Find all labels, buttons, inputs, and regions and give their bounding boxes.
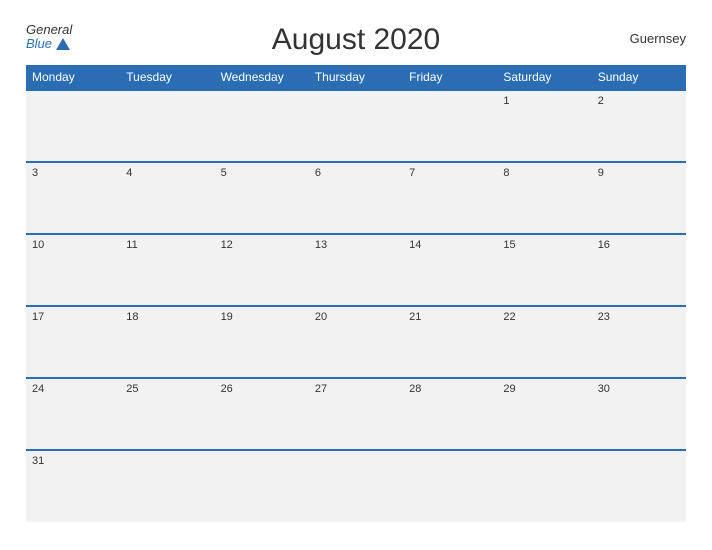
calendar-day-cell: 15 bbox=[497, 234, 591, 306]
header-tuesday: Tuesday bbox=[120, 65, 214, 90]
calendar-day-cell: 24 bbox=[26, 378, 120, 450]
header-wednesday: Wednesday bbox=[215, 65, 309, 90]
calendar-day-cell bbox=[26, 90, 120, 162]
calendar-day-cell: 18 bbox=[120, 306, 214, 378]
calendar-week-row: 17 18 19 20 21 22 23 bbox=[26, 306, 686, 378]
calendar-day-cell: 2 bbox=[592, 90, 686, 162]
calendar-day-cell: 11 bbox=[120, 234, 214, 306]
day-number: 7 bbox=[409, 167, 415, 179]
day-number: 23 bbox=[598, 311, 610, 323]
header-saturday: Saturday bbox=[497, 65, 591, 90]
calendar-day-cell: 7 bbox=[403, 162, 497, 234]
logo-blue-text: Blue bbox=[26, 37, 72, 51]
calendar-day-cell bbox=[120, 90, 214, 162]
calendar-day-cell: 10 bbox=[26, 234, 120, 306]
calendar-day-cell bbox=[120, 450, 214, 522]
header-monday: Monday bbox=[26, 65, 120, 90]
calendar-day-cell: 8 bbox=[497, 162, 591, 234]
calendar-day-cell: 14 bbox=[403, 234, 497, 306]
calendar-week-row: 3 4 5 6 7 8 9 bbox=[26, 162, 686, 234]
day-number: 11 bbox=[126, 239, 137, 251]
header-sunday: Sunday bbox=[592, 65, 686, 90]
day-number: 21 bbox=[409, 311, 421, 323]
calendar-day-cell: 26 bbox=[215, 378, 309, 450]
calendar-header: General Blue August 2020 Guernsey bbox=[26, 23, 686, 57]
calendar-day-cell: 31 bbox=[26, 450, 120, 522]
day-number: 27 bbox=[315, 383, 327, 395]
region-label: Guernsey bbox=[630, 31, 686, 46]
calendar-day-cell bbox=[309, 450, 403, 522]
calendar-day-cell bbox=[592, 450, 686, 522]
calendar-day-cell bbox=[215, 90, 309, 162]
calendar-day-cell: 1 bbox=[497, 90, 591, 162]
calendar-day-cell: 13 bbox=[309, 234, 403, 306]
day-number: 12 bbox=[221, 239, 233, 251]
day-number: 31 bbox=[32, 455, 44, 467]
day-number: 18 bbox=[126, 311, 138, 323]
calendar-day-cell: 23 bbox=[592, 306, 686, 378]
day-number: 13 bbox=[315, 239, 327, 251]
calendar-day-cell: 25 bbox=[120, 378, 214, 450]
calendar-week-row: 12 bbox=[26, 90, 686, 162]
day-number: 20 bbox=[315, 311, 327, 323]
calendar-day-cell bbox=[403, 90, 497, 162]
calendar-day-cell: 9 bbox=[592, 162, 686, 234]
day-number: 24 bbox=[32, 383, 44, 395]
calendar-day-cell: 30 bbox=[592, 378, 686, 450]
day-number: 17 bbox=[32, 311, 44, 323]
header-thursday: Thursday bbox=[309, 65, 403, 90]
day-number: 29 bbox=[503, 383, 515, 395]
calendar-day-cell bbox=[309, 90, 403, 162]
calendar-day-cell: 21 bbox=[403, 306, 497, 378]
calendar-day-cell: 29 bbox=[497, 378, 591, 450]
calendar-day-cell: 17 bbox=[26, 306, 120, 378]
calendar-week-row: 10 11 12 13 14 15 16 bbox=[26, 234, 686, 306]
day-number: 4 bbox=[126, 167, 132, 179]
logo-triangle-icon bbox=[56, 38, 70, 50]
calendar-grid: Monday Tuesday Wednesday Thursday Friday… bbox=[26, 65, 686, 522]
calendar-day-cell: 20 bbox=[309, 306, 403, 378]
calendar-day-cell: 12 bbox=[215, 234, 309, 306]
day-number: 3 bbox=[32, 167, 38, 179]
day-number: 2 bbox=[598, 95, 604, 107]
day-number: 1 bbox=[503, 95, 509, 107]
calendar-day-cell: 4 bbox=[120, 162, 214, 234]
day-number: 5 bbox=[221, 167, 227, 179]
calendar-day-cell: 16 bbox=[592, 234, 686, 306]
calendar-day-cell: 28 bbox=[403, 378, 497, 450]
day-number: 15 bbox=[503, 239, 515, 251]
calendar-day-cell: 3 bbox=[26, 162, 120, 234]
day-number: 14 bbox=[409, 239, 421, 251]
header-friday: Friday bbox=[403, 65, 497, 90]
day-number: 9 bbox=[598, 167, 604, 179]
calendar-day-cell: 19 bbox=[215, 306, 309, 378]
day-number: 6 bbox=[315, 167, 321, 179]
day-number: 28 bbox=[409, 383, 421, 395]
calendar-day-cell: 5 bbox=[215, 162, 309, 234]
calendar-week-row: 24 25 26 27 28 29 30 bbox=[26, 378, 686, 450]
day-number: 22 bbox=[503, 311, 515, 323]
calendar-week-row: 31 bbox=[26, 450, 686, 522]
day-number: 25 bbox=[126, 383, 138, 395]
calendar-day-cell bbox=[497, 450, 591, 522]
calendar-title: August 2020 bbox=[272, 23, 440, 57]
day-number: 10 bbox=[32, 239, 44, 251]
weekday-header-row: Monday Tuesday Wednesday Thursday Friday… bbox=[26, 65, 686, 90]
logo: General Blue bbox=[26, 23, 72, 52]
day-number: 30 bbox=[598, 383, 610, 395]
calendar-day-cell: 27 bbox=[309, 378, 403, 450]
day-number: 8 bbox=[503, 167, 509, 179]
calendar-day-cell: 6 bbox=[309, 162, 403, 234]
calendar-day-cell bbox=[215, 450, 309, 522]
calendar: General Blue August 2020 Guernsey Monday… bbox=[11, 13, 701, 537]
calendar-day-cell bbox=[403, 450, 497, 522]
day-number: 16 bbox=[598, 239, 610, 251]
day-number: 19 bbox=[221, 311, 233, 323]
logo-general-text: General bbox=[26, 23, 72, 37]
calendar-day-cell: 22 bbox=[497, 306, 591, 378]
day-number: 26 bbox=[221, 383, 233, 395]
